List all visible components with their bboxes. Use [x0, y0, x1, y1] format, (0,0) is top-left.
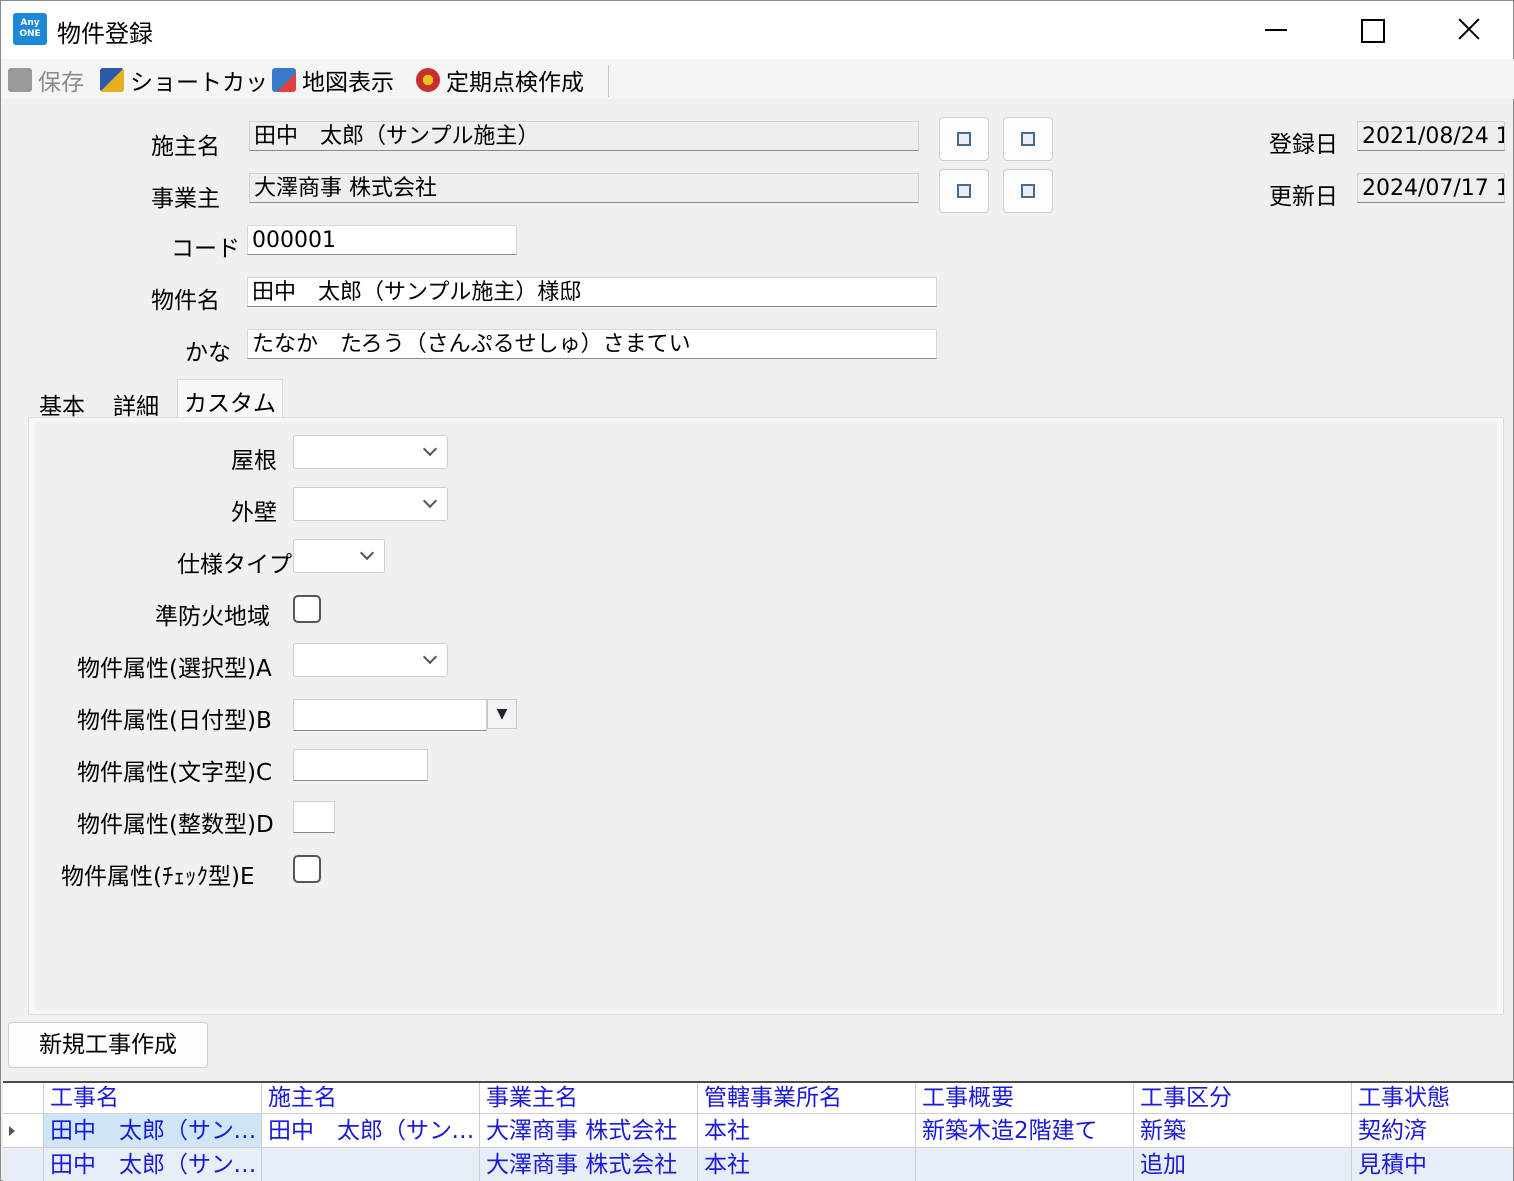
kana-label: かな — [185, 340, 231, 366]
new-work-button[interactable]: 新規工事作成 — [8, 1022, 208, 1068]
map-view-button[interactable]: 地図表示 — [272, 65, 394, 96]
tab-basic[interactable]: 基本 — [33, 383, 91, 420]
column-header[interactable]: 事業主名 — [479, 1083, 697, 1113]
work-grid: 工事名 施主名 事業主名 管轄事業所名 工事概要 工事区分 工事状態 田中 太郎… — [3, 1081, 1513, 1181]
property-name-label: 物件名 — [151, 288, 220, 314]
spec-type-select[interactable] — [293, 539, 385, 573]
chevron-down-icon — [359, 545, 375, 561]
table-cell[interactable] — [261, 1148, 479, 1181]
fire-zone-label: 準防火地域 — [155, 604, 270, 630]
updated-date-label: 更新日 — [1269, 184, 1338, 210]
chevron-down-icon — [422, 649, 438, 665]
spec-type-label: 仕様タイプ — [177, 552, 292, 578]
table-row[interactable]: 田中 太郎（サンプル施主） 田中 太郎（サンプル施主） 大澤商事 株式会社 本社… — [3, 1113, 1513, 1147]
wall-select[interactable] — [293, 487, 448, 521]
attr-b-date-input[interactable] — [293, 699, 487, 731]
table-cell[interactable]: 本社 — [697, 1114, 915, 1147]
shortcut-button[interactable]: ショートカット — [100, 65, 291, 96]
map-icon — [272, 68, 296, 92]
business-field[interactable]: 大澤商事 株式会社 — [249, 173, 919, 203]
save-button[interactable]: 保存 — [8, 65, 84, 96]
business-detail-button[interactable] — [1003, 169, 1053, 213]
column-header[interactable]: 工事概要 — [915, 1083, 1133, 1113]
periodic-inspection-button[interactable]: 定期点検作成 — [416, 65, 584, 96]
column-header[interactable]: 工事区分 — [1133, 1083, 1351, 1113]
table-cell[interactable]: 大澤商事 株式会社 — [479, 1114, 697, 1147]
owner-label: 施主名 — [151, 134, 220, 160]
wall-label: 外壁 — [231, 500, 277, 526]
window-title: 物件登録 — [57, 20, 153, 48]
table-cell[interactable]: 追加 — [1133, 1148, 1351, 1181]
detail-icon — [1021, 132, 1035, 146]
inspection-icon — [416, 68, 440, 92]
table-cell[interactable]: 契約済 — [1351, 1114, 1513, 1147]
detail-icon — [1021, 184, 1035, 198]
minimize-button[interactable] — [1227, 1, 1323, 59]
column-header[interactable]: 工事状態 — [1351, 1083, 1513, 1113]
code-label: コード — [171, 236, 240, 262]
updated-date-field: 2024/07/17 1 — [1357, 173, 1505, 203]
attr-b-label: 物件属性(日付型)B — [77, 708, 272, 734]
chevron-down-icon — [422, 441, 438, 457]
column-header[interactable]: 施主名 — [261, 1083, 479, 1113]
close-button[interactable] — [1419, 1, 1514, 59]
table-cell[interactable]: 田中 太郎（サンプル施主） — [261, 1114, 479, 1147]
attr-d-number-input[interactable] — [293, 801, 335, 833]
fire-zone-checkbox[interactable] — [293, 595, 321, 623]
floppy-disk-icon — [8, 68, 32, 92]
row-indicator-header — [3, 1083, 43, 1113]
row-indicator — [3, 1114, 43, 1147]
table-cell[interactable]: 本社 — [697, 1148, 915, 1181]
code-field[interactable]: 000001 — [247, 225, 517, 255]
table-cell[interactable] — [915, 1148, 1133, 1181]
attr-e-checkbox[interactable] — [293, 855, 321, 883]
select-icon — [957, 132, 971, 146]
property-name-field[interactable]: 田中 太郎（サンプル施主）様邸 — [247, 277, 937, 307]
attr-e-label: 物件属性(ﾁｪｯｸ型)E — [61, 864, 255, 890]
app-logo-icon: Any ONE — [13, 13, 47, 45]
calendar-dropdown-button[interactable]: ▼ — [487, 699, 517, 729]
tab-custom[interactable]: カスタム — [177, 379, 283, 419]
current-row-icon — [9, 1126, 15, 1136]
table-cell[interactable]: 大澤商事 株式会社 — [479, 1148, 697, 1181]
registered-date-field: 2021/08/24 1 — [1357, 121, 1505, 151]
toolbar-separator — [608, 65, 609, 97]
table-row[interactable]: 田中 太郎（サンプル施主） 大澤商事 株式会社 本社 追加 見積中 — [3, 1147, 1513, 1181]
kana-field[interactable]: たなか たろう（さんぷるせしゅ）さまてい — [247, 329, 937, 359]
business-label: 事業主 — [151, 186, 220, 212]
table-cell[interactable]: 田中 太郎（サンプル施主） — [43, 1114, 261, 1147]
attr-c-text-input[interactable] — [293, 749, 428, 781]
registered-date-label: 登録日 — [1269, 132, 1338, 158]
shortcut-icon — [100, 68, 124, 92]
toolbar: 保存 ショートカット 地図表示 定期点検作成 — [2, 59, 1514, 99]
attr-a-label: 物件属性(選択型)A — [77, 656, 272, 682]
chevron-down-icon — [422, 493, 438, 509]
roof-select[interactable] — [293, 435, 448, 469]
table-cell[interactable]: 見積中 — [1351, 1148, 1513, 1181]
roof-label: 屋根 — [231, 448, 277, 474]
table-cell[interactable]: 新築 — [1133, 1114, 1351, 1147]
owner-detail-button[interactable] — [1003, 117, 1053, 161]
attr-c-label: 物件属性(文字型)C — [77, 760, 273, 786]
select-icon — [957, 184, 971, 198]
maximize-button[interactable] — [1323, 1, 1419, 59]
column-header[interactable]: 工事名 — [43, 1083, 261, 1113]
attr-a-select[interactable] — [293, 643, 448, 677]
table-cell[interactable]: 新築木造2階建て — [915, 1114, 1133, 1147]
owner-select-button[interactable] — [939, 117, 989, 161]
owner-field[interactable]: 田中 太郎（サンプル施主） — [249, 121, 919, 151]
title-bar: Any ONE 物件登録 — [1, 1, 1513, 59]
tab-detail[interactable]: 詳細 — [107, 383, 165, 420]
property-registration-window: Any ONE 物件登録 保存 ショートカット 地図表示 定期点検作成 施主名 … — [0, 0, 1514, 1181]
row-indicator — [3, 1148, 43, 1181]
table-cell[interactable]: 田中 太郎（サンプル施主） — [43, 1148, 261, 1181]
column-header[interactable]: 管轄事業所名 — [697, 1083, 915, 1113]
grid-header-row: 工事名 施主名 事業主名 管轄事業所名 工事概要 工事区分 工事状態 — [3, 1083, 1513, 1113]
attr-d-label: 物件属性(整数型)D — [77, 812, 274, 838]
business-select-button[interactable] — [939, 169, 989, 213]
